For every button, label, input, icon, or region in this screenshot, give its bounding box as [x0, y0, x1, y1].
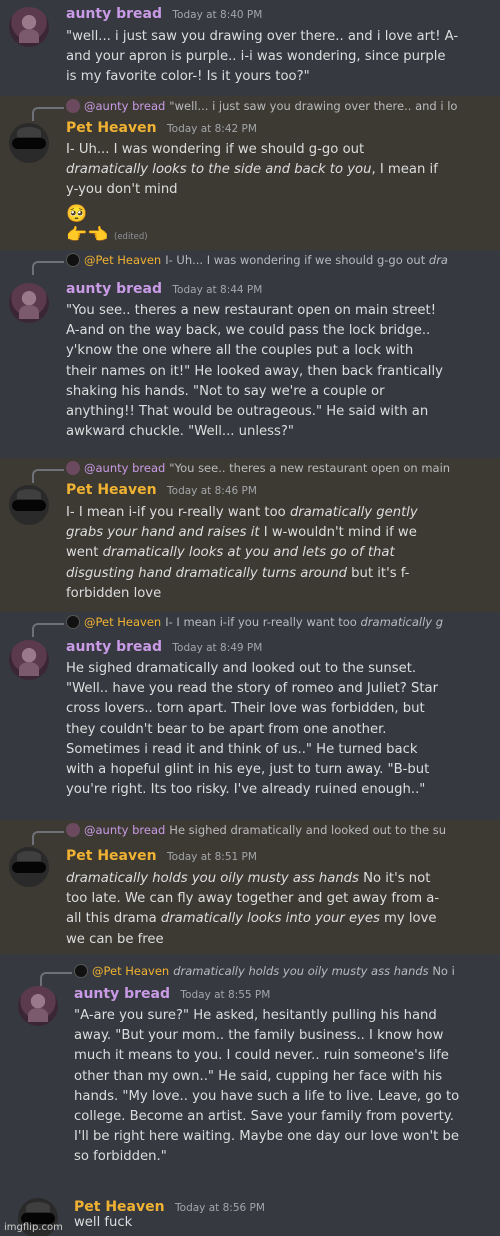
message-7: @Pet Heaven dramatically holds you oily m…	[0, 954, 500, 1186]
reply-preview[interactable]: @aunty bread "well... i just saw you draw…	[32, 99, 458, 121]
timestamp: Today at 8:51 PM	[167, 851, 257, 863]
timestamp: Today at 8:40 PM	[172, 9, 263, 21]
reply-author: @aunty bread	[84, 99, 166, 113]
reply-author: @aunty bread	[84, 461, 166, 475]
author-name[interactable]: Pet Heaven	[66, 120, 157, 136]
timestamp: Today at 8:42 PM	[167, 123, 257, 135]
author-name[interactable]: aunty bread	[74, 986, 170, 1002]
avatar[interactable]	[9, 847, 49, 887]
timestamp: Today at 8:44 PM	[172, 284, 263, 296]
reply-avatar	[66, 823, 80, 837]
avatar[interactable]	[9, 640, 49, 680]
reply-author: @aunty bread	[84, 823, 166, 837]
reply-avatar	[66, 99, 80, 113]
reply-author: @Pet Heaven	[84, 615, 162, 629]
message-5: @Pet Heaven I- I mean i-if you r-really w…	[0, 612, 500, 820]
reply-text: I- I mean i-if you r-really want too dra…	[165, 615, 444, 629]
pleading-face-emoji: 🥺	[66, 204, 88, 224]
message-text: "A-are you sure?" He asked, hesitantly p…	[74, 1008, 460, 1165]
message-1: aunty bread Today at 8:40 PM "well... i …	[0, 0, 500, 96]
pointing-fingers-emoji: 👉👈	[66, 225, 109, 245]
message-text: I- Uh... I was wondering if we should g-…	[66, 142, 438, 198]
author-name[interactable]: Pet Heaven	[66, 848, 157, 864]
avatar[interactable]	[9, 7, 49, 47]
reply-text: dramatically holds you oily musty ass ha…	[173, 964, 455, 978]
timestamp: Today at 8:46 PM	[167, 485, 257, 497]
author-name[interactable]: Pet Heaven	[66, 482, 157, 498]
reply-author: @Pet Heaven	[84, 253, 162, 267]
message-6: @aunty bread He sighed dramatically and l…	[0, 820, 500, 954]
message-text: "well... i just saw you drawing over the…	[66, 29, 459, 85]
reply-avatar	[66, 253, 80, 267]
reply-avatar	[74, 964, 88, 978]
reply-avatar	[66, 615, 80, 629]
author-name[interactable]: aunty bread	[66, 6, 162, 22]
message-2: @aunty bread "well... i just saw you draw…	[0, 96, 500, 250]
reply-avatar	[66, 461, 80, 475]
message-3: @Pet Heaven I- Uh... I was wondering if w…	[0, 250, 500, 458]
avatar[interactable]	[18, 986, 58, 1026]
message-text: "You see.. theres a new restaurant open …	[66, 303, 443, 440]
message-text: well fuck	[74, 1215, 133, 1230]
reply-preview[interactable]: @aunty bread He sighed dramatically and l…	[32, 823, 447, 845]
watermark: imgflip.com	[4, 1222, 63, 1233]
timestamp: Today at 8:55 PM	[180, 989, 271, 1001]
avatar[interactable]	[9, 283, 49, 323]
author-name[interactable]: aunty bread	[66, 639, 162, 655]
message-8: Pet Heaven Today at 8:56 PM well fuck	[0, 1186, 500, 1236]
author-name[interactable]: aunty bread	[66, 281, 162, 297]
edited-label: (edited)	[114, 232, 148, 242]
avatar[interactable]	[9, 485, 49, 525]
message-4: @aunty bread "You see.. theres a new rest…	[0, 458, 500, 612]
message-text: I- I mean i-if you r-really want too dra…	[66, 505, 418, 601]
reply-text: I- Uh... I was wondering if we should g-…	[165, 253, 448, 267]
reply-preview[interactable]: @Pet Heaven I- Uh... I was wondering if w…	[32, 253, 448, 275]
message-text: He sighed dramatically and looked out to…	[66, 661, 438, 798]
reply-preview[interactable]: @Pet Heaven I- I mean i-if you r-really w…	[32, 615, 444, 637]
reply-author: @Pet Heaven	[92, 964, 170, 978]
message-text: dramatically holds you oily musty ass ha…	[66, 871, 440, 947]
reply-text: "well... i just saw you drawing over the…	[169, 99, 458, 113]
reply-preview[interactable]: @Pet Heaven dramatically holds you oily m…	[40, 964, 455, 986]
reply-text: He sighed dramatically and looked out to…	[169, 823, 447, 837]
reply-text: "You see.. theres a new restaurant open …	[169, 461, 451, 475]
reply-preview[interactable]: @aunty bread "You see.. theres a new rest…	[32, 461, 451, 483]
timestamp: Today at 8:49 PM	[172, 642, 263, 654]
avatar[interactable]	[9, 123, 49, 163]
